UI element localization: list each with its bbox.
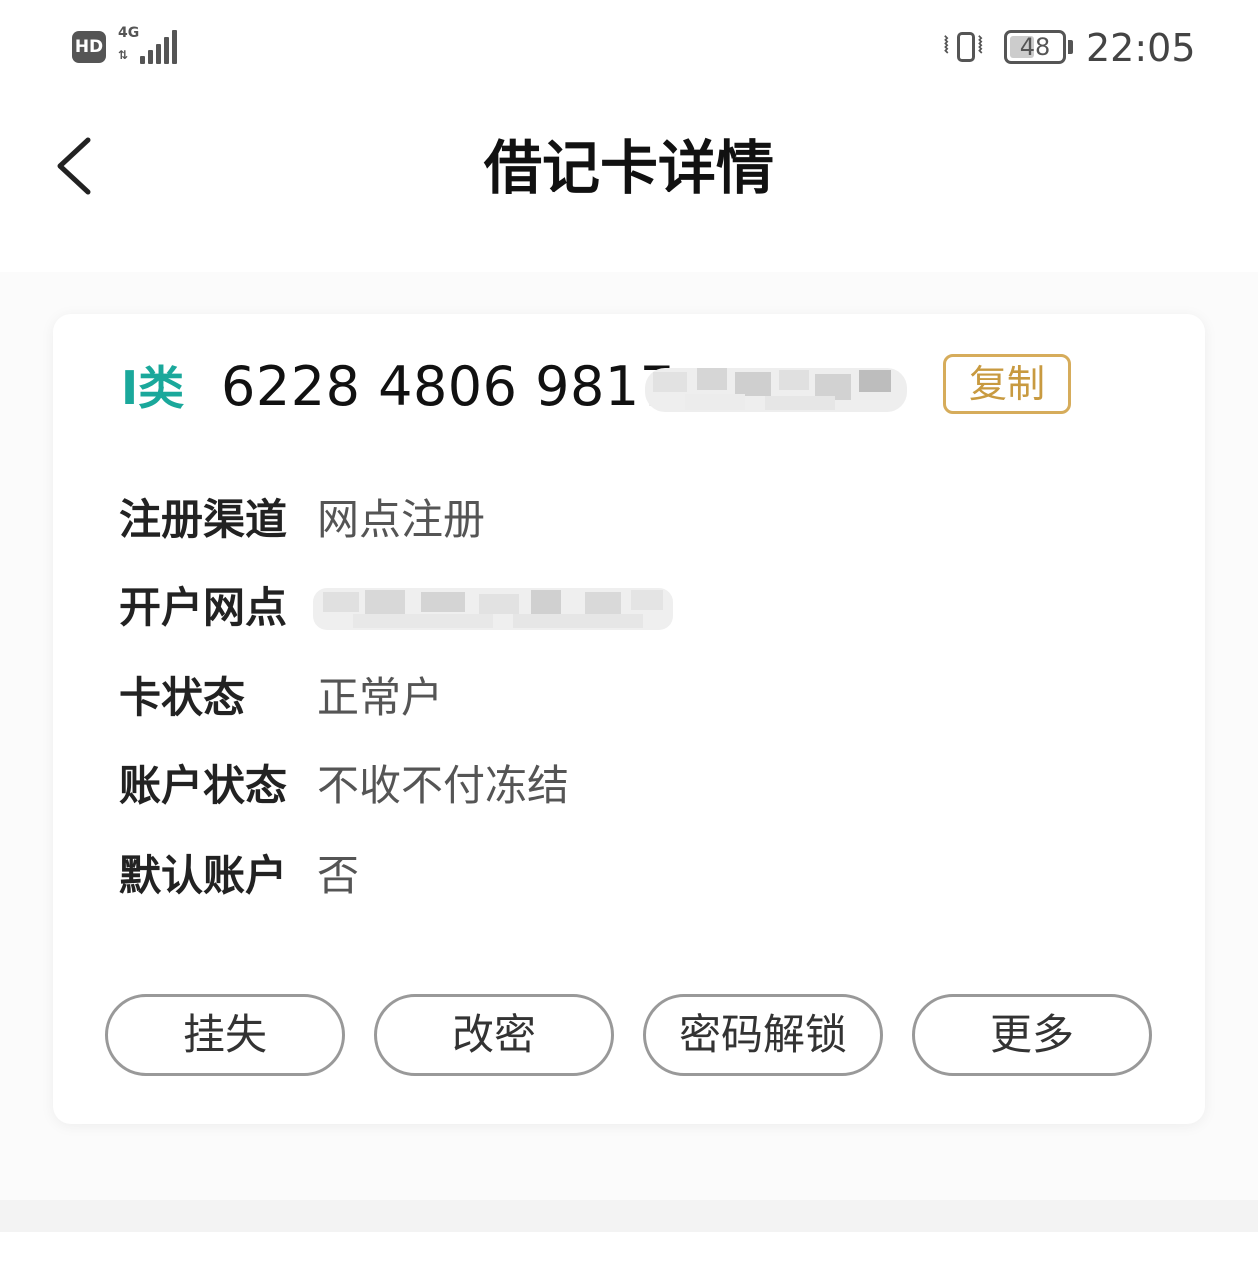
unlock-password-button[interactable]: 密码解锁 [643, 994, 883, 1076]
field-label: 卡状态 [119, 673, 246, 722]
field-label: 默认账户 [119, 851, 288, 900]
page-title: 借记卡详情 [483, 134, 774, 202]
debit-card-panel: I类 6228 4806 9817 复制 注册渠道 网点注册 开户网点 卡状态 … [53, 314, 1205, 1124]
signal-icon: 4G ⇅ [118, 26, 182, 66]
field-value: 正常户 [317, 673, 444, 722]
field-label: 注册渠道 [119, 495, 288, 544]
card-number: 6228 4806 9817 [221, 355, 675, 418]
field-value: 网点注册 [317, 495, 486, 544]
field-label: 账户状态 [119, 761, 288, 810]
battery-icon: 48 [1004, 30, 1066, 64]
hd-icon: HD [72, 31, 106, 63]
field-value: 否 [317, 851, 360, 900]
vibrate-icon: ⦚ ⦚ [944, 30, 992, 66]
field-label: 开户网点 [119, 583, 288, 632]
clock: 22:05 [1086, 26, 1196, 70]
masked-card-digits [645, 368, 907, 412]
network-arrows: ⇅ [118, 48, 129, 62]
card-type-label: I类 [121, 361, 185, 415]
network-type: 4G [118, 25, 140, 41]
more-button[interactable]: 更多 [912, 994, 1152, 1076]
copy-button[interactable]: 复制 [943, 354, 1071, 414]
report-loss-button[interactable]: 挂失 [105, 994, 345, 1076]
masked-branch-name [313, 588, 673, 630]
change-password-button[interactable]: 改密 [374, 994, 614, 1076]
field-value: 不收不付冻结 [317, 761, 570, 810]
status-bar: HD 4G ⇅ ⦚ ⦚ 48 22:05 [0, 0, 1258, 96]
battery-tip [1068, 40, 1073, 54]
battery-level: 48 [1019, 33, 1051, 61]
bottom-divider [0, 1200, 1258, 1232]
